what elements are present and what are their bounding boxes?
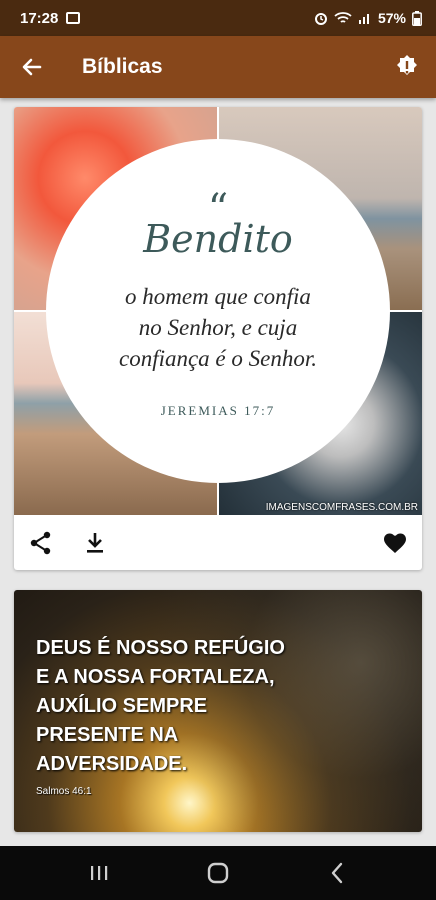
image-card: DEUS É NOSSO REFÚGIO E A NOSSA FORTALEZA…: [14, 590, 422, 832]
verse-line: confiança é o Senhor.: [118, 346, 317, 371]
card-actions: [14, 515, 422, 570]
quote-image[interactable]: DEUS É NOSSO REFÚGIO E A NOSSA FORTALEZA…: [14, 590, 422, 832]
verse-line: no Senhor, e cuja: [138, 315, 298, 340]
recent-apps-icon: [91, 866, 108, 880]
quote-image[interactable]: “ Bendito o homem que confia no Senhor, …: [14, 107, 422, 515]
image-card: “ Bendito o homem que confia no Senhor, …: [14, 107, 422, 570]
system-nav-bar: [0, 846, 436, 900]
home-icon: [207, 862, 229, 884]
download-icon[interactable]: [82, 530, 108, 556]
home-button[interactable]: [198, 858, 238, 888]
signal-icon: [358, 14, 369, 24]
status-time: 17:28: [20, 9, 59, 27]
status-right: 57%: [314, 10, 422, 26]
app-bar: Bíblicas: [0, 36, 436, 98]
back-button[interactable]: [317, 858, 357, 888]
battery-icon: [412, 10, 422, 26]
quote-verse: o homem que confia no Senhor, e cuja con…: [46, 281, 390, 374]
status-bar: 17:28 57%: [0, 0, 436, 36]
quote-headline: Bendito: [143, 217, 293, 261]
verse-line: o homem que confia: [125, 284, 311, 309]
quote-line: DEUS É NOSSO REFÚGIO: [36, 637, 285, 659]
quote-text: DEUS É NOSSO REFÚGIO E A NOSSA FORTALEZA…: [36, 634, 285, 779]
quote-line: ADVERSIDADE.: [36, 753, 188, 775]
image-icon: [66, 12, 81, 24]
quote-disc: “ Bendito o homem que confia no Senhor, …: [46, 139, 390, 483]
wifi-icon: [334, 12, 352, 23]
quote-reference: JEREMIAS 17:7: [160, 403, 276, 418]
arrow-left-icon[interactable]: [20, 55, 44, 79]
image-feed[interactable]: “ Bendito o homem que confia no Senhor, …: [0, 98, 436, 846]
heart-icon[interactable]: [382, 530, 408, 556]
back-icon: [331, 862, 342, 884]
recent-apps-button[interactable]: [79, 858, 119, 888]
alarm-icon: [314, 13, 327, 25]
watermark: IMAGENSCOMFRASES.COM.BR: [265, 502, 418, 513]
battery-percent: 57%: [377, 10, 406, 26]
alert-badge-icon[interactable]: [394, 54, 420, 80]
share-icon[interactable]: [28, 530, 54, 556]
quote-line: PRESENTE NA: [36, 724, 179, 746]
quote-line: E A NOSSA FORTALEZA,: [36, 666, 275, 688]
quote-line: AUXÍLIO SEMPRE: [36, 695, 208, 717]
page-title: Bíblicas: [82, 55, 163, 78]
quote-reference: Salmos 46:1: [36, 786, 92, 797]
